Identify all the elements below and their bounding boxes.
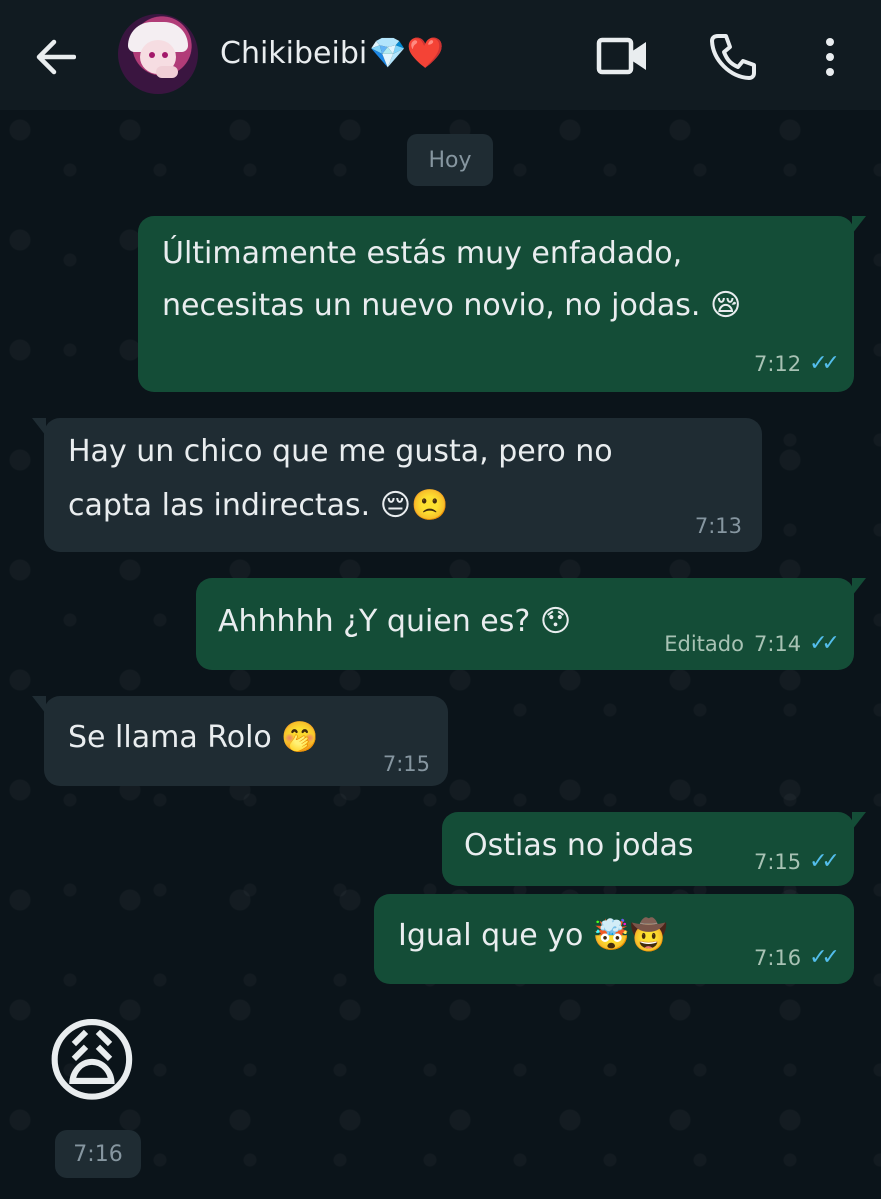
outgoing-message[interactable]: Últimamente estás muy enfadado, necesita… — [138, 216, 866, 392]
avatar[interactable] — [118, 14, 198, 94]
chat-header: Chikibeibi 💎❤️ — [0, 0, 881, 110]
read-receipt-icon: ✓✓ — [809, 631, 840, 656]
message-text-line: Igual que yo 🤯🤠 — [398, 918, 668, 953]
read-receipt-icon: ✓✓ — [809, 945, 840, 970]
bubble-tail — [32, 696, 46, 714]
bubble-tail — [852, 216, 866, 234]
contact-name-text: Chikibeibi — [220, 36, 368, 71]
video-call-button[interactable] — [596, 34, 650, 78]
jumbo-emoji-message[interactable]: 😩 — [44, 1016, 140, 1108]
message-meta: Editado 7:14 ✓✓ — [664, 630, 840, 658]
contact-name-emojis: 💎❤️ — [369, 36, 444, 71]
read-receipt-icon: ✓✓ — [809, 351, 840, 376]
back-button[interactable] — [30, 32, 80, 82]
message-text-line: capta las indirectas. 😔🙁 — [68, 488, 449, 523]
message-text-line: Ostias no jodas — [464, 828, 694, 863]
message-meta: 7:13 — [695, 512, 742, 540]
incoming-message[interactable]: Hay un chico que me gusta, pero no capta… — [32, 418, 762, 552]
edited-label: Editado — [664, 632, 744, 656]
message-time: 7:16 — [753, 946, 802, 970]
dot-icon — [826, 53, 834, 61]
message-text-line: Últimamente estás muy enfadado, — [162, 236, 683, 271]
arrow-back-icon — [36, 39, 76, 75]
dot-icon — [826, 38, 834, 46]
message-meta: 7:15 — [383, 750, 430, 778]
incoming-message[interactable]: Se llama Rolo 🤭 7:15 — [32, 696, 448, 786]
message-time: 7:14 — [753, 632, 802, 656]
outgoing-message[interactable]: Igual que yo 🤯🤠 7:16 ✓✓ — [374, 894, 854, 984]
video-call-icon — [596, 37, 646, 75]
message-meta: 7:16 ✓✓ — [753, 944, 840, 972]
message-text-line: Hay un chico que me gusta, pero no — [68, 434, 613, 469]
read-receipt-icon: ✓✓ — [809, 849, 840, 874]
bubble-tail — [852, 578, 866, 596]
message-text-line: Ahhhhh ¿Y quien es? 😯 — [218, 604, 572, 639]
contact-name[interactable]: Chikibeibi 💎❤️ — [220, 36, 444, 71]
voice-call-button[interactable] — [708, 32, 758, 82]
message-text-line: Se llama Rolo 🤭 — [68, 720, 319, 755]
outgoing-message[interactable]: Ahhhhh ¿Y quien es? 😯 Editado 7:14 ✓✓ — [196, 578, 866, 670]
message-text-line: necesitas un nuevo novio, no jodas. 😪 — [162, 288, 742, 323]
message-time: 7:12 — [753, 352, 802, 376]
bubble-tail — [32, 418, 46, 436]
phone-icon — [710, 34, 756, 80]
message-time: 7:13 — [694, 514, 742, 538]
more-vertical-button[interactable] — [818, 34, 842, 80]
message-meta: 7:15 ✓✓ — [753, 848, 840, 876]
dot-icon — [826, 68, 834, 76]
message-time: 7:15 — [382, 752, 430, 776]
bubble-tail — [852, 812, 866, 830]
date-chip: Hoy — [407, 134, 493, 186]
message-meta: 7:12 ✓✓ — [753, 350, 840, 378]
message-time: 7:16 — [55, 1130, 141, 1178]
message-time: 7:15 — [753, 850, 802, 874]
chat-area[interactable]: Hoy Últimamente estás muy enfadado, nece… — [0, 110, 881, 1199]
outgoing-message[interactable]: Ostias no jodas 7:15 ✓✓ — [442, 812, 866, 886]
